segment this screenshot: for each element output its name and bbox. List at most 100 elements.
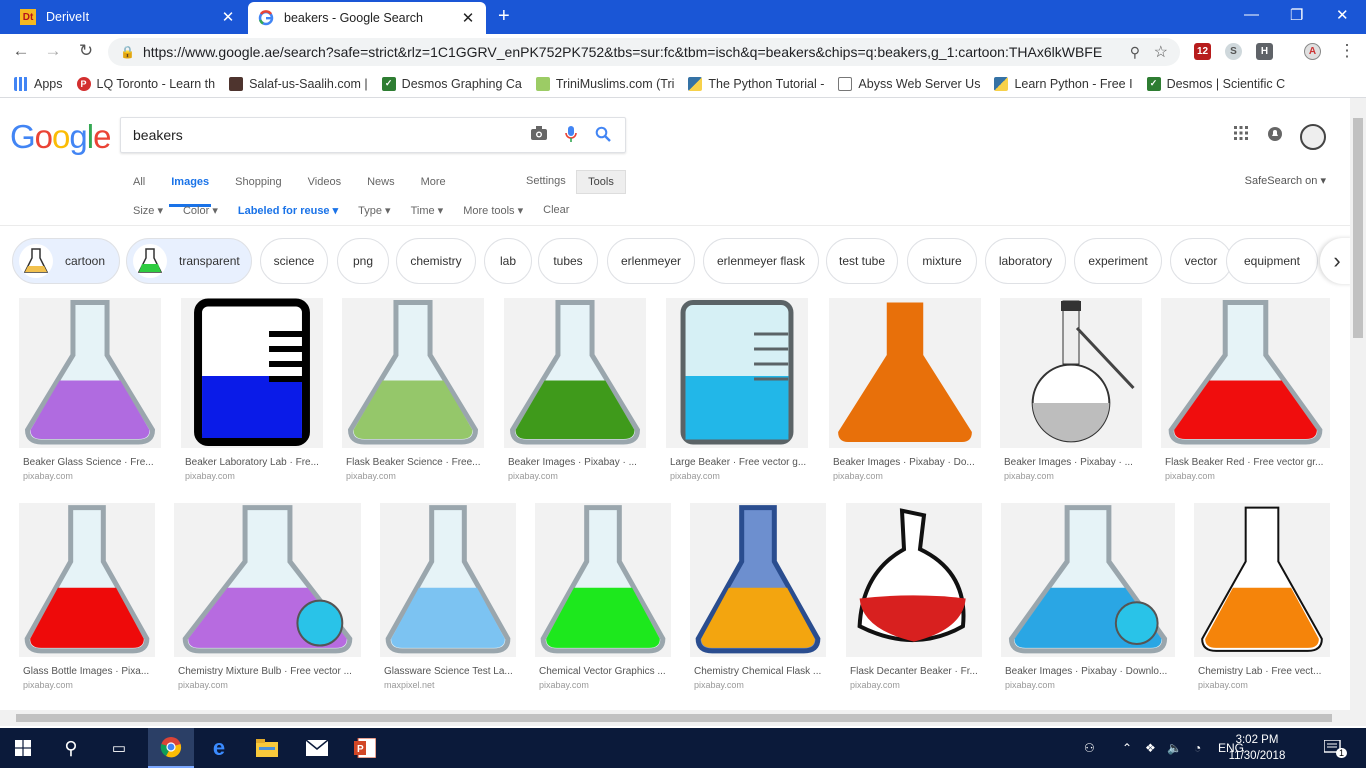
tab-videos[interactable]: Videos <box>308 176 341 188</box>
bookmark-desmos-scientific[interactable]: ✓ Desmos | Scientific C <box>1146 76 1285 91</box>
mail-icon[interactable] <box>294 728 340 768</box>
result-thumbnail[interactable] <box>342 298 484 448</box>
apps-grid-icon[interactable] <box>1234 126 1248 145</box>
volume-icon[interactable]: 🔈 <box>1167 728 1182 768</box>
bookmark-abyss[interactable]: Abyss Web Server Us <box>838 76 980 91</box>
tools-button[interactable]: Tools <box>576 170 626 194</box>
result-thumbnail[interactable] <box>504 298 646 448</box>
forward-icon[interactable]: → <box>42 41 64 61</box>
tab-more[interactable]: More <box>421 176 446 188</box>
minimize-icon[interactable]: — <box>1244 6 1259 23</box>
result-caption[interactable]: Chemical Vector Graphics ... <box>539 666 669 677</box>
clock[interactable]: 3:02 PM 11/30/2018 <box>1222 732 1292 764</box>
chevron-right-icon[interactable]: › <box>1320 238 1354 284</box>
result-thumbnail[interactable] <box>666 298 808 448</box>
image-result[interactable]: Flask Beaker Science · Free... pixabay.co… <box>342 298 484 482</box>
chip-erlenmeyer-flask[interactable]: erlenmeyer flask <box>703 238 819 284</box>
result-caption[interactable]: Beaker Images · Pixabay · Do... <box>833 457 979 468</box>
skype-icon[interactable]: S <box>1225 43 1242 60</box>
chip-mixture[interactable]: mixture <box>907 238 977 284</box>
bookmark-salaf[interactable]: Salaf-us-Saalih.com | <box>229 76 368 91</box>
settings-link[interactable]: Settings <box>526 175 566 187</box>
search-icon[interactable]: ⚲ <box>48 728 94 768</box>
task-view-icon[interactable]: ▭ <box>96 728 142 768</box>
filter-usage-rights[interactable]: Labeled for reuse ▾ <box>238 204 338 217</box>
image-result[interactable]: Flask Beaker Red · Free vector gr... pixa… <box>1161 298 1330 482</box>
scrollbar-thumb[interactable] <box>1353 118 1363 338</box>
result-caption[interactable]: Beaker Images · Pixabay · Downlo... <box>1005 666 1173 677</box>
close-window-icon[interactable]: ✕ <box>1336 6 1349 24</box>
result-caption[interactable]: Glass Bottle Images · Pixa... <box>23 666 153 677</box>
chip-science[interactable]: science <box>260 238 328 284</box>
zoom-icon[interactable]: ⚲ <box>1130 44 1140 61</box>
result-thumbnail[interactable] <box>846 503 982 657</box>
powerpoint-icon[interactable]: P <box>342 728 388 768</box>
result-caption[interactable]: Large Beaker · Free vector g... <box>670 457 806 468</box>
image-result[interactable]: Chemical Vector Graphics ... pixabay.com <box>535 503 671 691</box>
extension-badge-icon[interactable]: 12 <box>1194 43 1211 60</box>
result-thumbnail[interactable] <box>19 503 155 657</box>
tab-google-search[interactable]: beakers - Google Search ✕ <box>248 2 486 34</box>
image-result[interactable]: Glassware Science Test La... maxpixel.net <box>380 503 516 691</box>
chip-tubes[interactable]: tubes <box>538 238 598 284</box>
result-caption[interactable]: Beaker Images · Pixabay · ... <box>508 457 644 468</box>
image-result[interactable]: Beaker Images · Pixabay · Do... pixabay.c… <box>829 298 981 482</box>
image-result[interactable]: Beaker Images · Pixabay · ... pixabay.com <box>504 298 646 482</box>
menu-dots-icon[interactable]: ⋮ <box>1336 41 1358 61</box>
result-caption[interactable]: Flask Beaker Red · Free vector gr... <box>1165 457 1328 468</box>
file-explorer-icon[interactable] <box>244 728 290 768</box>
reload-icon[interactable]: ↻ <box>75 41 97 61</box>
result-thumbnail[interactable] <box>535 503 671 657</box>
chip-vector[interactable]: vector <box>1170 238 1232 284</box>
chip-equipment[interactable]: equipment <box>1226 238 1318 284</box>
filter-color[interactable]: Color ▾ <box>183 204 218 217</box>
result-caption[interactable]: Beaker Images · Pixabay · ... <box>1004 457 1140 468</box>
result-caption[interactable]: Flask Beaker Science · Free... <box>346 457 482 468</box>
bookmark-learn-python[interactable]: Learn Python - Free I <box>994 76 1133 91</box>
chip-png[interactable]: png <box>337 238 389 284</box>
filter-type[interactable]: Type ▾ <box>358 204 390 217</box>
chip-laboratory[interactable]: laboratory <box>985 238 1066 284</box>
tab-all[interactable]: All <box>133 176 145 188</box>
filter-time[interactable]: Time ▾ <box>411 204 444 217</box>
chip-lab[interactable]: lab <box>484 238 532 284</box>
safesearch-toggle[interactable]: SafeSearch on ▾ <box>1245 174 1326 187</box>
result-thumbnail[interactable] <box>690 503 826 657</box>
account-avatar[interactable] <box>1300 124 1326 150</box>
bookmark-python-tutorial[interactable]: The Python Tutorial - <box>688 76 824 91</box>
search-icon[interactable] <box>595 126 611 147</box>
bookmark-apps[interactable]: Apps <box>14 76 63 91</box>
result-thumbnail[interactable] <box>19 298 161 448</box>
scrollbar-thumb[interactable] <box>16 714 1332 722</box>
result-thumbnail[interactable] <box>1194 503 1330 657</box>
image-result[interactable]: Chemistry Mixture Bulb · Free vector ...… <box>174 503 361 691</box>
bookmark-desmos-graphing[interactable]: ✓ Desmos Graphing Ca <box>381 76 522 91</box>
wifi-icon[interactable]: ◔ <box>1194 728 1201 768</box>
tab-shopping[interactable]: Shopping <box>235 176 282 188</box>
google-logo[interactable]: Google <box>10 118 111 156</box>
camera-icon[interactable] <box>531 126 547 145</box>
windows-start-icon[interactable] <box>0 728 46 768</box>
chip-chemistry[interactable]: chemistry <box>396 238 476 284</box>
result-caption[interactable]: Chemistry Mixture Bulb · Free vector ... <box>178 666 359 677</box>
h-extension-icon[interactable]: H <box>1256 43 1273 60</box>
result-caption[interactable]: Chemistry Chemical Flask ... <box>694 666 824 677</box>
action-center-icon[interactable]: 1 <box>1324 728 1348 768</box>
dropbox-icon[interactable]: ❖ <box>1145 728 1156 768</box>
tab-images[interactable]: Images <box>169 176 212 207</box>
filter-more-tools[interactable]: More tools ▾ <box>463 204 523 217</box>
image-result[interactable]: Beaker Laboratory Lab · Fre... pixabay.co… <box>181 298 323 482</box>
notifications-icon[interactable] <box>1268 127 1282 146</box>
image-result[interactable]: Beaker Glass Science · Fre... pixabay.com <box>19 298 161 482</box>
chrome-icon[interactable] <box>148 728 194 768</box>
image-result[interactable]: Chemistry Chemical Flask ... pixabay.com <box>690 503 826 691</box>
close-tab-icon[interactable]: ✕ <box>220 8 236 26</box>
horizontal-scrollbar[interactable] <box>0 710 1350 726</box>
result-caption[interactable]: Chemistry Lab · Free vect... <box>1198 666 1328 677</box>
filter-size[interactable]: Size ▾ <box>133 204 163 217</box>
tab-deriveit[interactable]: Dt DeriveIt ✕ <box>10 0 246 34</box>
maximize-icon[interactable]: ❐ <box>1290 6 1303 24</box>
result-thumbnail[interactable] <box>174 503 361 657</box>
result-caption[interactable]: Glassware Science Test La... <box>384 666 514 677</box>
image-result[interactable]: Large Beaker · Free vector g... pixabay.c… <box>666 298 808 482</box>
